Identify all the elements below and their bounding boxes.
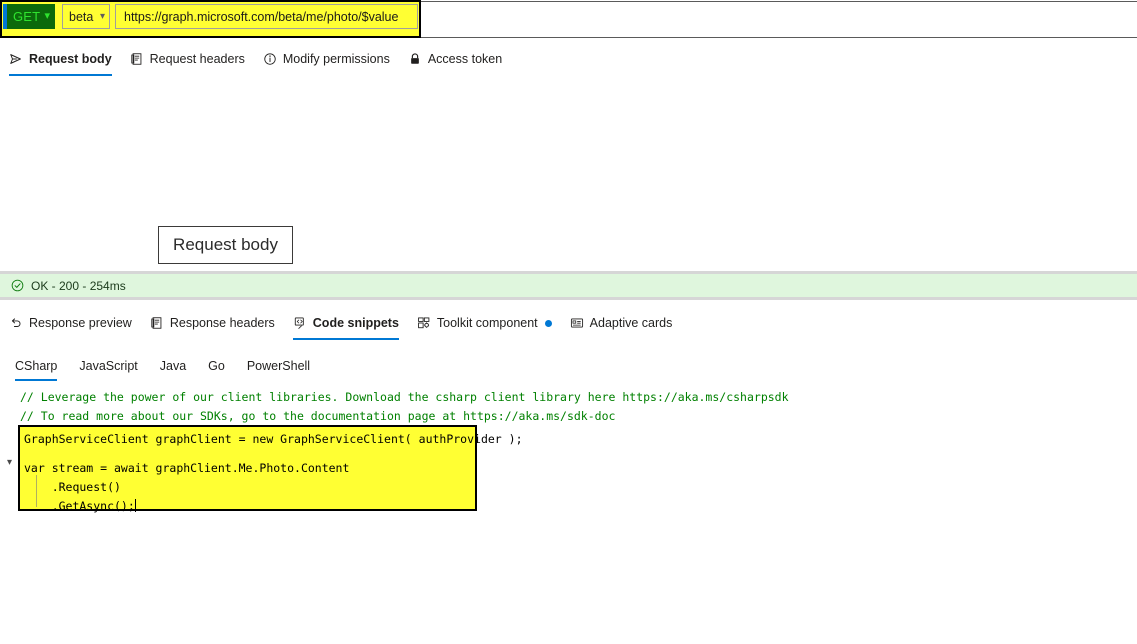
tab-access-token-label: Access token	[427, 52, 503, 66]
request-tab-strip: Request body Request headers Modify perm…	[0, 45, 1137, 76]
lang-tab-go-label: Go	[208, 359, 225, 373]
lang-tab-java[interactable]: Java	[149, 354, 197, 378]
tab-modify-permissions-label: Modify permissions	[282, 52, 390, 66]
code-comment-line-2: // To read more about our SDKs, go to th…	[20, 409, 616, 423]
text-caret	[134, 499, 136, 512]
tab-code-snippets[interactable]: Code snippets	[284, 310, 408, 340]
tab-response-preview[interactable]: Response preview	[0, 310, 141, 336]
status-text: OK - 200 - 254ms	[31, 278, 126, 293]
toolbar-rule-top	[421, 1, 1137, 2]
tab-code-snippets-label: Code snippets	[312, 316, 399, 330]
chevron-down-icon: ▾	[99, 10, 105, 22]
adaptive-card-icon	[570, 316, 584, 330]
request-url-value: https://graph.microsoft.com/beta/me/phot…	[124, 9, 399, 24]
status-divider-bottom	[0, 297, 1137, 300]
tab-request-headers-label: Request headers	[149, 52, 245, 66]
tab-toolkit-component-label: Toolkit component	[436, 316, 538, 330]
toolkit-component-badge-dot	[544, 319, 552, 327]
toolbar-rule-bottom	[421, 37, 1137, 38]
lang-tab-powershell[interactable]: PowerShell	[236, 354, 321, 378]
tab-request-headers[interactable]: Request headers	[121, 46, 254, 72]
tab-request-body[interactable]: Request body	[0, 46, 121, 76]
request-bar: GET ▾ beta ▾ https://graph.microsoft.com…	[0, 0, 1137, 40]
http-method-value: GET	[13, 9, 41, 24]
code-brackets-icon	[293, 316, 307, 330]
indent-guide	[36, 475, 37, 507]
chevron-down-icon: ▾	[44, 10, 50, 22]
lang-tab-java-label: Java	[159, 359, 187, 373]
code-highlight-box: GraphServiceClient graphClient = new Gra…	[18, 425, 523, 513]
code-comment-line-1: // Leverage the power of our client libr…	[20, 390, 789, 404]
undo-arrow-icon	[9, 316, 23, 330]
request-url-input[interactable]: https://graph.microsoft.com/beta/me/phot…	[115, 4, 418, 29]
code-line-2: var stream = await graphClient.Me.Photo.…	[24, 461, 350, 475]
language-tab-strip: CSharp JavaScript Java Go PowerShell	[0, 353, 1137, 381]
check-circle-icon	[11, 279, 24, 292]
response-status-bar: OK - 200 - 254ms	[0, 274, 1137, 297]
response-tab-strip: Response preview Response headers Code s…	[0, 309, 1137, 340]
lang-tab-javascript[interactable]: JavaScript	[68, 354, 148, 378]
code-line-4-text: .GetAsync();	[24, 499, 135, 513]
code-line-4: .GetAsync();	[24, 497, 136, 516]
http-method-dropdown[interactable]: GET ▾	[3, 4, 55, 29]
lang-tab-csharp-label: CSharp	[15, 359, 58, 373]
api-version-dropdown[interactable]: beta ▾	[62, 4, 110, 29]
code-line-1: GraphServiceClient graphClient = new Gra…	[24, 432, 523, 446]
lang-tab-go[interactable]: Go	[197, 354, 236, 378]
tab-adaptive-cards[interactable]: Adaptive cards	[561, 310, 682, 336]
tab-response-preview-label: Response preview	[29, 316, 132, 330]
tab-adaptive-cards-label: Adaptive cards	[589, 316, 673, 330]
code-line-3: .Request()	[24, 480, 121, 494]
lang-tab-powershell-label: PowerShell	[246, 359, 311, 373]
api-version-value: beta	[69, 9, 94, 24]
lang-tab-csharp[interactable]: CSharp	[4, 354, 68, 381]
tab-toolkit-component[interactable]: Toolkit component	[408, 310, 561, 336]
tab-modify-permissions[interactable]: Modify permissions	[254, 46, 399, 72]
chevron-down-icon[interactable]: ▾	[7, 458, 17, 468]
tab-access-token[interactable]: Access token	[399, 46, 511, 72]
lock-icon	[408, 52, 422, 66]
tab-request-body-label: Request body	[29, 52, 112, 66]
request-body-callout: Request body	[158, 226, 293, 264]
code-snippet-editor[interactable]: // Leverage the power of our client libr…	[0, 388, 1137, 568]
send-arrow-icon	[9, 52, 23, 66]
headers-document-icon	[150, 316, 164, 330]
permissions-key-icon	[263, 52, 277, 66]
headers-document-icon	[130, 52, 144, 66]
toolkit-component-icon	[417, 316, 431, 330]
tab-response-headers[interactable]: Response headers	[141, 310, 284, 336]
lang-tab-javascript-label: JavaScript	[79, 359, 138, 373]
tab-response-headers-label: Response headers	[169, 316, 275, 330]
